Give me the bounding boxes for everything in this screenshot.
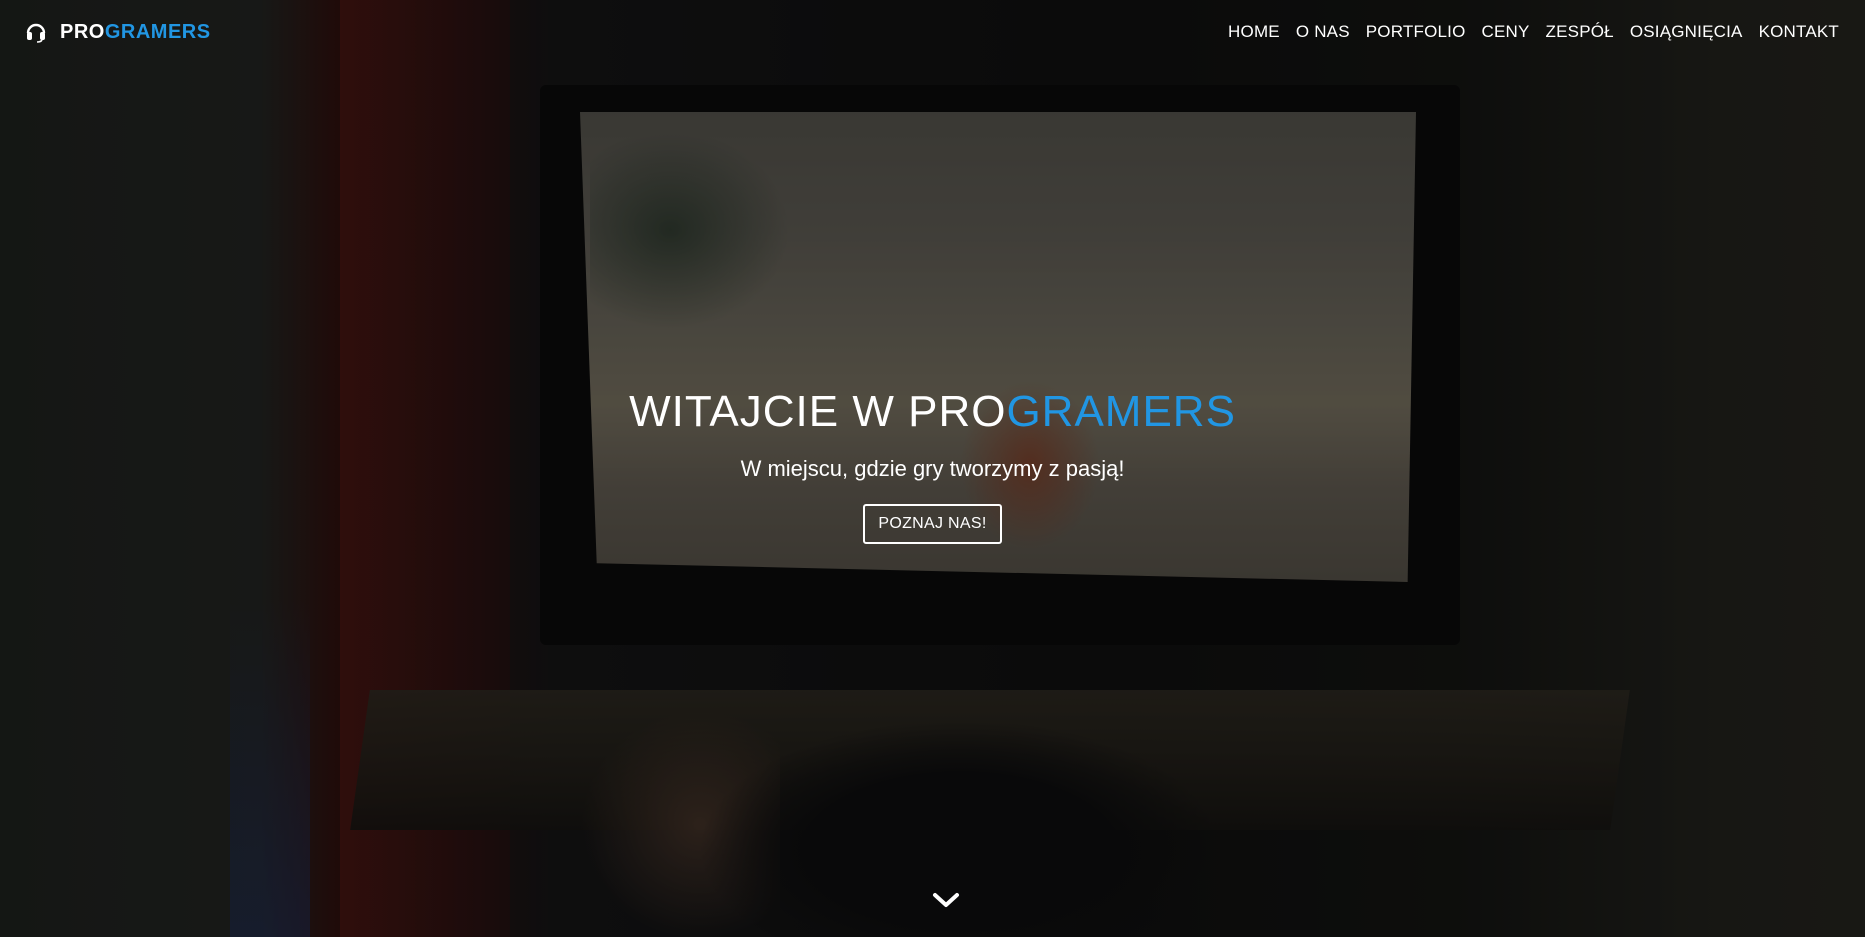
hero-title: WITAJCIE W PROGRAMERS — [0, 382, 1865, 442]
nav-menu: HOME O NAS PORTFOLIO CENY ZESPÓŁ OSIĄGNI… — [1228, 22, 1839, 42]
hero-title-white: WITAJCIE W PRO — [629, 387, 1007, 436]
nav-item-portfolio[interactable]: PORTFOLIO — [1366, 22, 1466, 42]
chevron-down-icon[interactable] — [932, 890, 960, 910]
brand-name-gramers: GRAMERS — [104, 20, 211, 43]
nav-item-o-nas[interactable]: O NAS — [1296, 22, 1350, 42]
brand-logo-link[interactable]: PROGRAMERS — [24, 20, 211, 44]
brand-name: PROGRAMERS — [60, 21, 211, 44]
brand-name-pro: PRO — [60, 20, 105, 43]
hero-subtitle: W miejscu, gdzie gry tworzymy z pasją! — [740, 456, 1125, 481]
nav-item-zespol[interactable]: ZESPÓŁ — [1546, 22, 1614, 42]
hero-content: WITAJCIE W PROGRAMERS W miejscu, gdzie g… — [0, 382, 1865, 544]
navbar: PROGRAMERS HOME O NAS PORTFOLIO CENY ZES… — [0, 0, 1865, 64]
nav-item-home[interactable]: HOME — [1228, 22, 1280, 42]
poznaj-nas-button[interactable]: POZNAJ NAS! — [863, 504, 1002, 544]
hero-title-blue: GRAMERS — [1006, 387, 1236, 436]
nav-item-kontakt[interactable]: KONTAKT — [1759, 22, 1839, 42]
hero-section: PROGRAMERS HOME O NAS PORTFOLIO CENY ZES… — [0, 0, 1865, 937]
headset-icon — [24, 20, 48, 44]
nav-item-ceny[interactable]: CENY — [1482, 22, 1530, 42]
nav-item-osiagniecia[interactable]: OSIĄGNIĘCIA — [1630, 22, 1743, 42]
